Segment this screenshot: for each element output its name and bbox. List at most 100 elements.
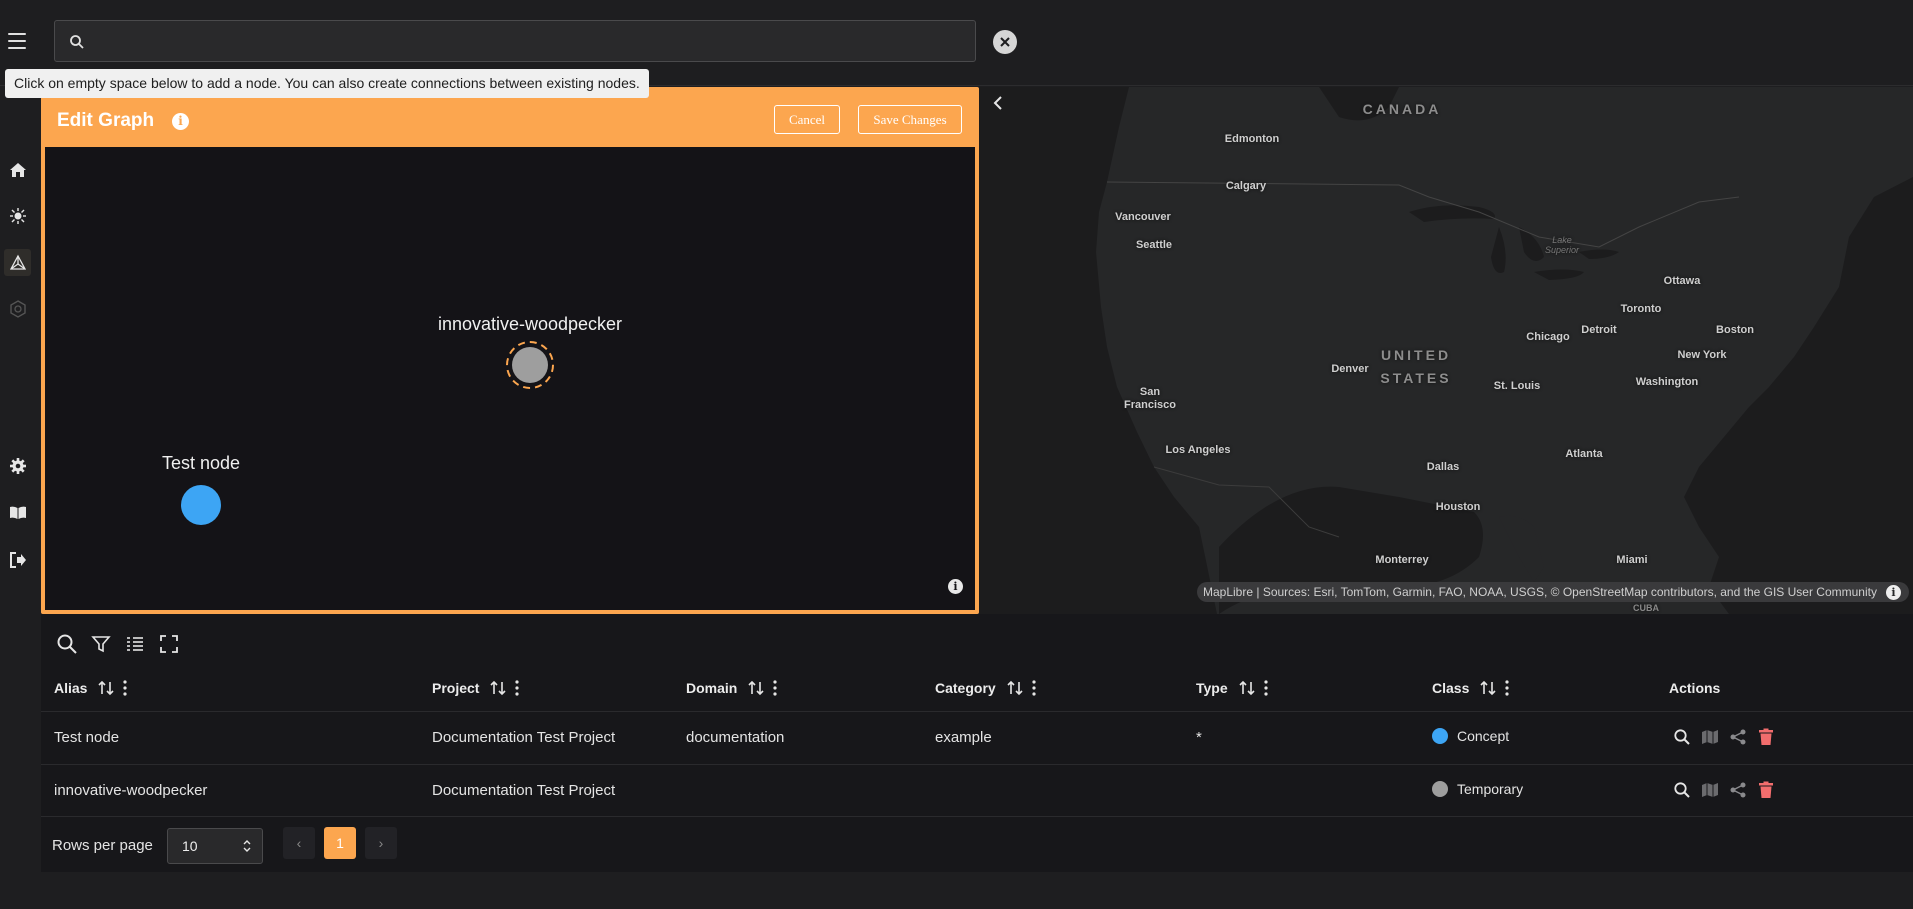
graph-node[interactable] <box>505 340 555 390</box>
map-label-city: New York <box>1677 349 1727 361</box>
column-header-class: Class <box>1432 680 1509 696</box>
table-toolbar <box>55 632 181 656</box>
close-icon <box>1000 37 1010 47</box>
updown-chevron-icon <box>243 840 251 852</box>
sort-icon[interactable] <box>1479 680 1497 696</box>
row-actions <box>1672 780 1776 800</box>
hexagon-icon <box>9 299 26 318</box>
column-header-alias: Alias <box>54 680 128 696</box>
cell-class: Temporary <box>1432 781 1523 797</box>
more-vertical-icon[interactable] <box>123 680 128 696</box>
node-label: Test node <box>161 453 241 473</box>
cell-alias: Test node <box>54 729 120 746</box>
rows-per-page-label: Rows per page <box>52 837 153 854</box>
columns-button[interactable] <box>123 632 147 656</box>
graph-canvas[interactable]: innovative-woodpecker Test node i <box>45 147 975 610</box>
row-divider <box>41 711 1913 712</box>
sidebar-item-burst[interactable] <box>4 202 31 229</box>
delete-button[interactable] <box>1756 780 1776 800</box>
page-button-current[interactable]: 1 <box>324 827 356 859</box>
trash-icon <box>1759 781 1773 798</box>
node-label: innovative-woodpecker <box>437 314 623 334</box>
map-button[interactable] <box>1700 727 1720 747</box>
map-label-city: San Francisco <box>1124 386 1176 411</box>
sort-icon[interactable] <box>1006 680 1024 696</box>
info-icon[interactable]: i <box>948 579 963 594</box>
column-label: Category <box>935 680 996 696</box>
info-icon[interactable]: i <box>172 113 189 130</box>
rows-per-page-select[interactable]: 10 <box>167 828 263 864</box>
column-label: Actions <box>1669 680 1721 696</box>
map-label-city: Houston <box>1435 501 1481 513</box>
share-icon <box>1730 782 1746 798</box>
sidebar-item-hexagon[interactable] <box>4 295 31 322</box>
column-header-project: Project <box>432 680 520 696</box>
map-label-city: Chicago <box>1526 331 1570 343</box>
map-label-city: Edmonton <box>1224 133 1280 145</box>
tooltip: Click on empty space below to add a node… <box>5 69 649 98</box>
column-label: Domain <box>686 680 738 696</box>
share-icon <box>1730 729 1746 745</box>
cancel-button[interactable]: Cancel <box>774 105 840 134</box>
search-input[interactable] <box>95 27 915 55</box>
share-button[interactable] <box>1728 780 1748 800</box>
prev-page-button[interactable]: ‹ <box>283 827 315 859</box>
info-icon[interactable]: i <box>1886 585 1901 600</box>
more-vertical-icon[interactable] <box>515 680 520 696</box>
close-button[interactable] <box>993 30 1017 54</box>
more-vertical-icon[interactable] <box>773 680 777 696</box>
sidebar-item-docs[interactable] <box>4 499 31 526</box>
filter-icon <box>91 636 111 653</box>
inspect-button[interactable] <box>1672 780 1692 800</box>
sort-icon[interactable] <box>1238 680 1256 696</box>
search-icon <box>1674 782 1690 798</box>
book-icon <box>9 506 26 519</box>
cell-alias: innovative-woodpecker <box>54 782 208 799</box>
cell-category: example <box>935 729 992 746</box>
chevron-left-icon[interactable] <box>989 94 1007 112</box>
cell-project: Documentation Test Project <box>432 729 616 746</box>
sort-icon[interactable] <box>747 680 765 696</box>
column-header-actions: Actions <box>1669 680 1720 696</box>
map-label-city: Dallas <box>1426 461 1460 473</box>
map-icon <box>1702 783 1718 797</box>
search-icon <box>1674 729 1690 745</box>
sidebar-item-settings[interactable] <box>4 452 31 479</box>
column-label: Class <box>1432 680 1470 696</box>
share-button[interactable] <box>1728 727 1748 747</box>
cell-domain: documentation <box>686 729 785 746</box>
delete-button[interactable] <box>1756 727 1776 747</box>
column-header-domain: Domain <box>686 680 777 696</box>
search-button[interactable] <box>55 632 79 656</box>
save-changes-button[interactable]: Save Changes <box>858 105 962 134</box>
map-label-city: Denver <box>1331 363 1369 375</box>
map-label-city: Toronto <box>1620 303 1662 315</box>
next-page-button[interactable]: › <box>365 827 397 859</box>
map-label-city: Ottawa <box>1663 275 1701 287</box>
map-icon <box>1702 730 1718 744</box>
sidebar-item-home[interactable] <box>4 156 31 183</box>
row-actions <box>1672 727 1776 747</box>
fullscreen-button[interactable] <box>157 632 181 656</box>
more-vertical-icon[interactable] <box>1264 680 1268 696</box>
graph-node[interactable] <box>181 485 221 525</box>
search-bar[interactable] <box>54 20 1012 62</box>
map[interactable]: CANADA Edmonton Calgary Vancouver Seattl… <box>979 87 1913 614</box>
map-label-city: Vancouver <box>1115 211 1171 223</box>
more-vertical-icon[interactable] <box>1032 680 1036 696</box>
sidebar-item-graph[interactable] <box>4 249 31 276</box>
sort-icon[interactable] <box>489 680 507 696</box>
sidebar-item-logout[interactable] <box>4 546 31 573</box>
class-color-dot <box>1432 781 1448 797</box>
sort-icon[interactable] <box>97 680 115 696</box>
filter-button[interactable] <box>89 632 113 656</box>
data-table-panel: Alias Project Domain Category Type Class… <box>41 614 1913 872</box>
cell-project: Documentation Test Project <box>432 782 616 799</box>
map-button[interactable] <box>1700 780 1720 800</box>
logout-icon <box>9 551 26 568</box>
map-label-city: St. Louis <box>1493 380 1541 392</box>
inspect-button[interactable] <box>1672 727 1692 747</box>
more-vertical-icon[interactable] <box>1505 680 1509 696</box>
map-label-country: UNITED <box>1380 347 1452 363</box>
menu-icon[interactable] <box>6 30 28 52</box>
